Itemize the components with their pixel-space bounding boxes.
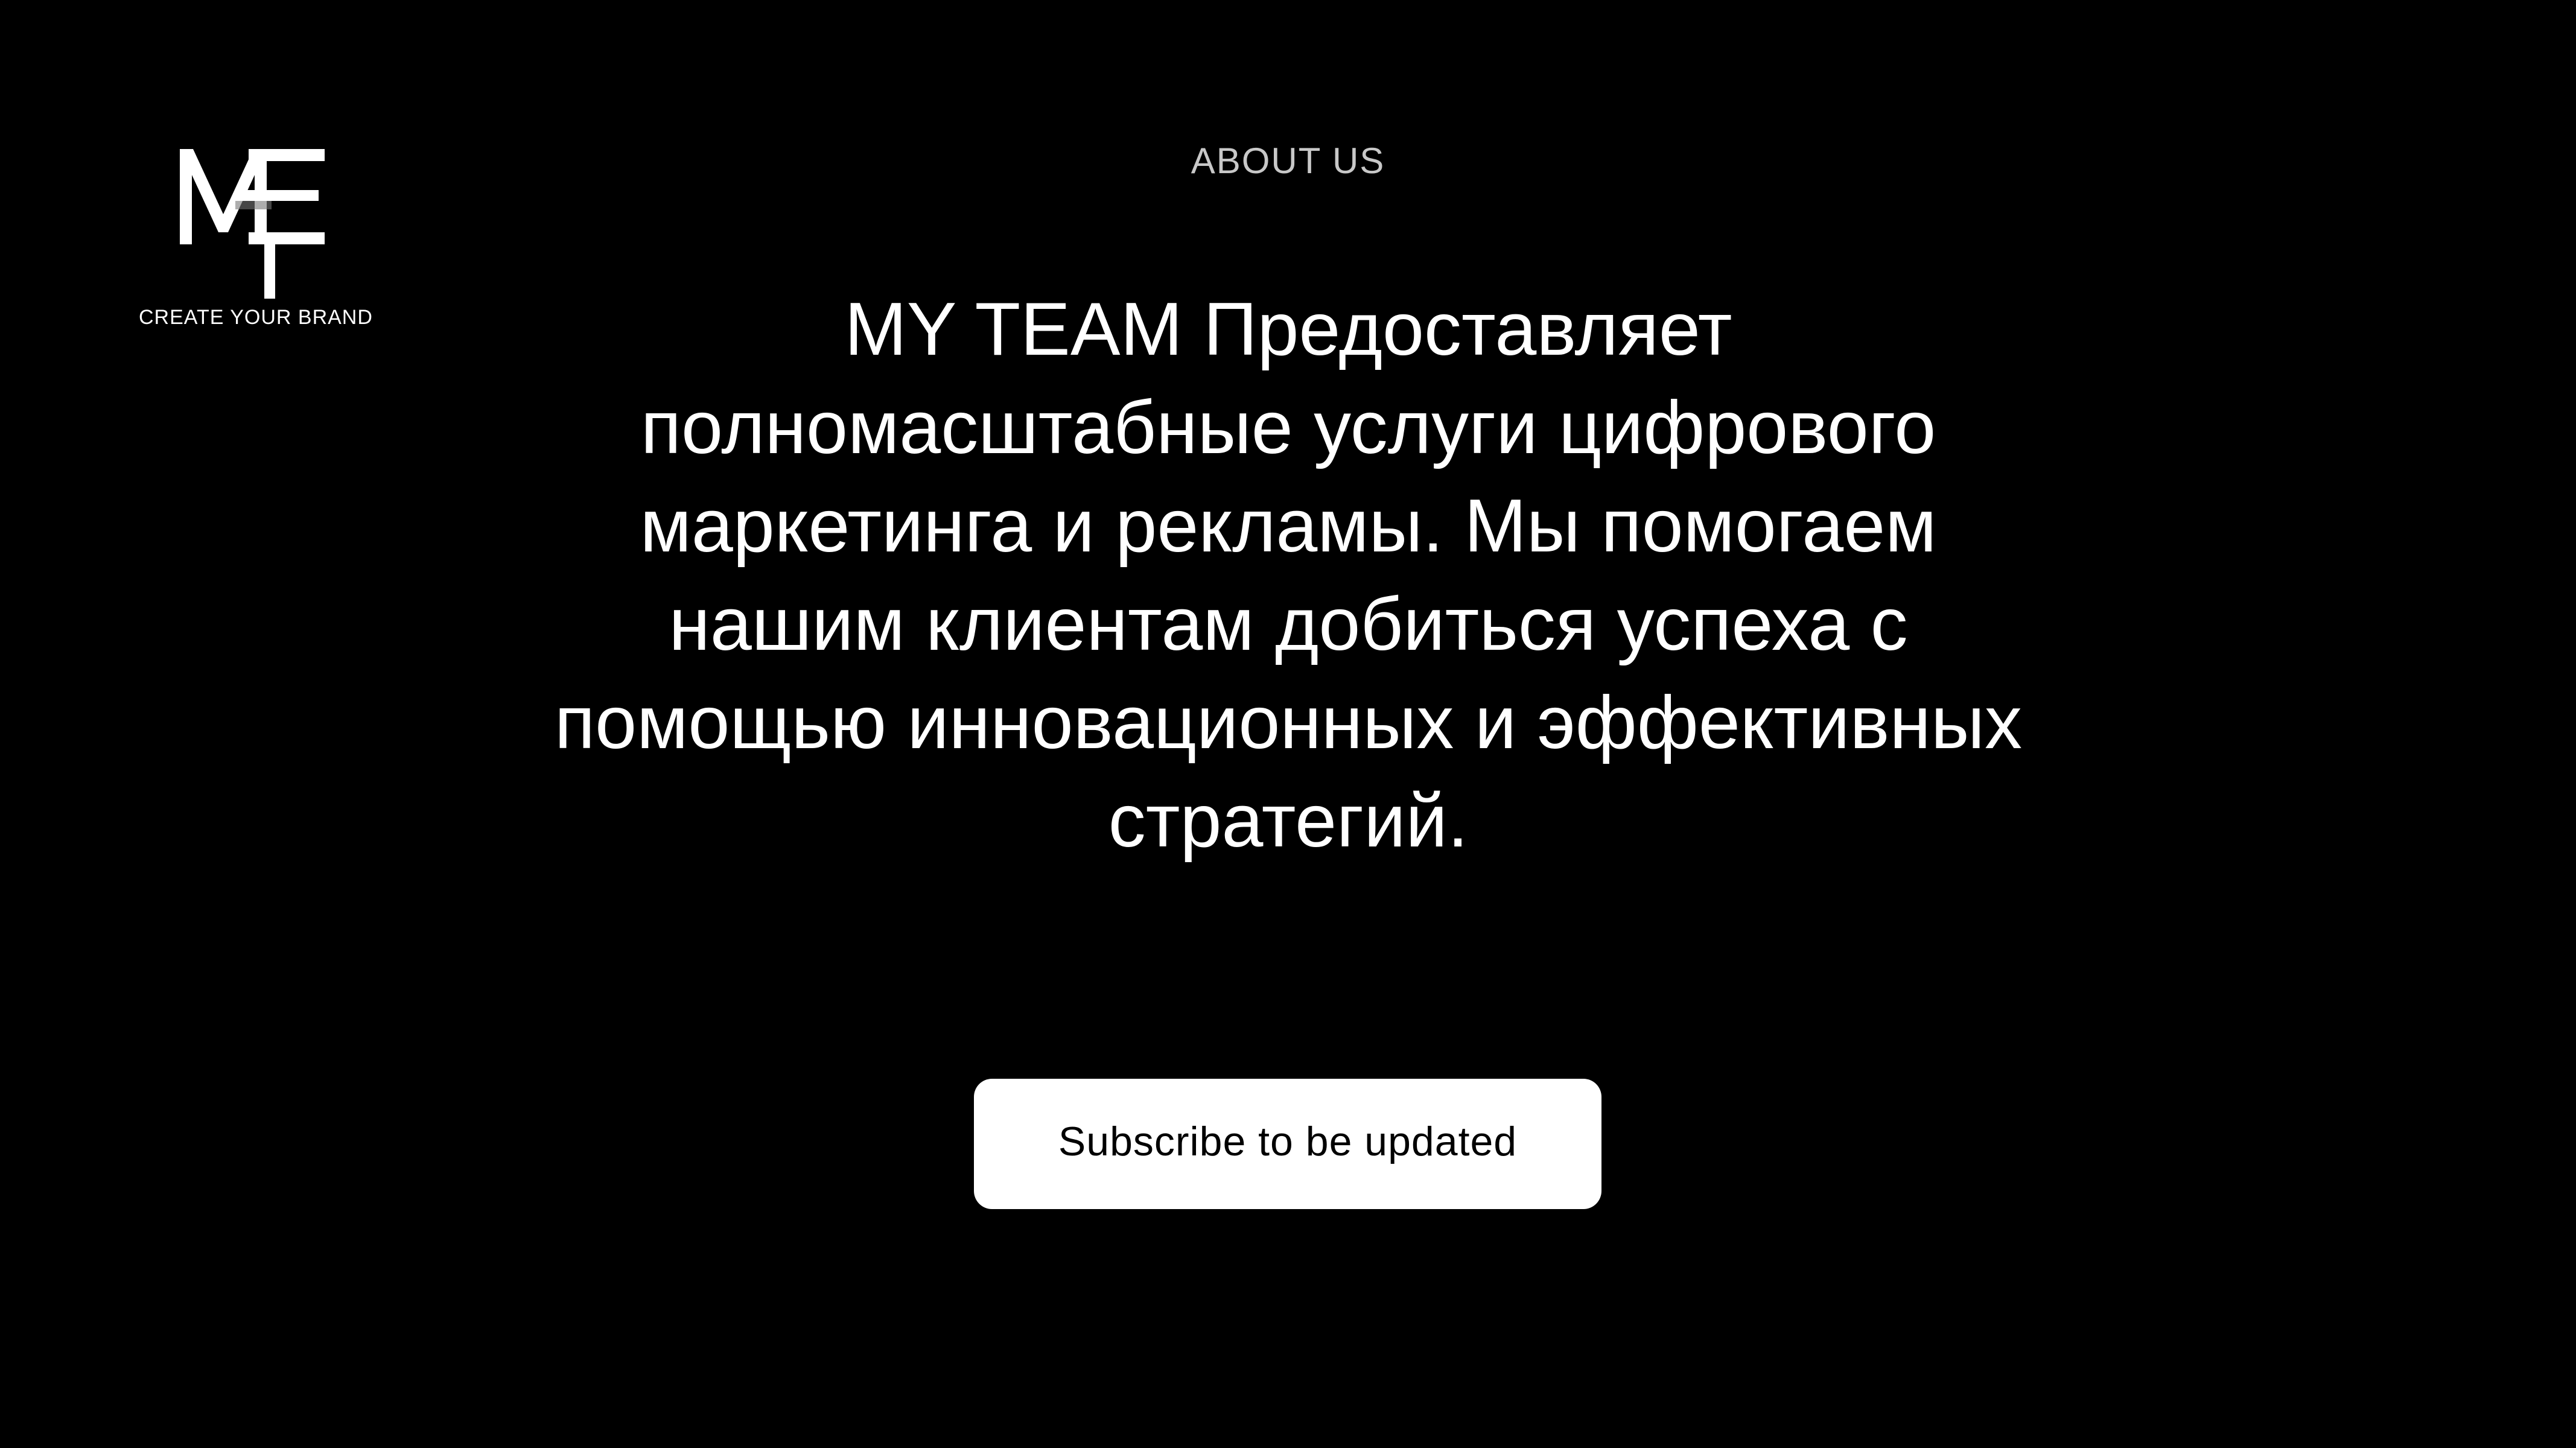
about-headline: MY TEAM Предоставляет полномасштабные ус… <box>555 288 2022 863</box>
brand-tagline: CREATE YOUR BRAND <box>139 306 373 329</box>
subscribe-button[interactable]: Subscribe to be updated <box>974 1079 1601 1209</box>
section-eyebrow: ABOUT US <box>1191 141 1385 181</box>
